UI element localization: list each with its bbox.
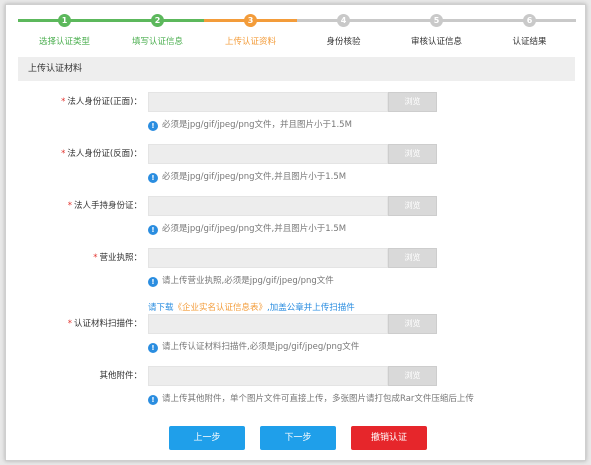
step-number: 6 [523,14,536,27]
required-mark: * [67,201,72,211]
step-6: 6 认证结果 [483,11,576,51]
step-number: 2 [151,14,164,27]
progress-steps: 1 选择认证类型 2 填写认证信息 3 上传认证资料 4 身份核验 5 审核认证… [18,11,576,51]
step-number: 5 [430,14,443,27]
field-id-front: * 法人身份证(正面)： 浏览 [6,92,587,112]
step-1: 1 选择认证类型 [18,11,111,51]
id-front-browse-button[interactable]: 浏览 [388,92,437,112]
step-2: 2 填写认证信息 [111,11,204,51]
step-label: 填写认证信息 [131,37,183,47]
id-back-browse-button[interactable]: 浏览 [388,144,437,164]
field-id-back: * 法人身份证(反面)： 浏览 [6,144,587,164]
business-license-browse-button[interactable]: 浏览 [388,248,437,268]
cancel-certification-button[interactable]: 撤销认证 [351,426,427,450]
field-label-text: 认证材料扫描件： [73,319,142,329]
required-mark: * [61,149,66,159]
field-label: * 认证材料扫描件： [68,314,142,334]
material-scan-file-input[interactable] [148,314,388,334]
step-3: 3 上传认证资料 [204,11,297,51]
material-scan-browse-button[interactable]: 浏览 [388,314,437,334]
step-label: 认证结果 [512,37,547,47]
step-label: 审核认证信息 [410,37,462,47]
info-icon: ! [148,343,158,353]
step-5: 5 审核认证信息 [390,11,483,51]
id-front-file-input[interactable] [148,92,388,112]
other-attachment-browse-button[interactable]: 浏览 [388,366,437,386]
business-license-file-input[interactable] [148,248,388,268]
prev-step-button[interactable]: 上一步 [169,426,245,450]
step-number: 4 [337,14,350,27]
field-label-text: 其他附件： [99,371,142,381]
step-number: 3 [244,14,257,27]
info-icon: ! [148,395,158,405]
section-title: 上传认证材料 [18,57,575,81]
id-back-hint: ! 必须是jpg/gif/jpeg/png文件,并且图片小于1.5M [148,170,346,184]
required-mark: * [67,319,72,329]
hint-text: 必须是jpg/gif/jpeg/png文件，并且图片小于1.5M [162,120,352,130]
field-label-text: 营业执照： [99,253,142,263]
field-label: * 营业执照： [93,248,142,268]
field-label: * 法人身份证(正面)： [61,92,142,112]
id-handheld-file-input[interactable] [148,196,388,216]
download-suffix: ,加盖公章并上传扫描件 [267,303,355,313]
field-label: * 法人身份证(反面)： [61,144,142,164]
id-handheld-hint: ! 必须是jpg/gif/jpeg/png文件,并且图片小于1.5M [148,222,346,236]
download-form-link[interactable]: 《企业实名认证信息表》 [174,303,268,313]
required-mark: * [93,253,98,263]
field-label-text: 法人手持身份证： [73,201,142,211]
step-label: 选择认证类型 [38,37,90,47]
material-scan-hint: ! 请上传认证材料扫描件,必须是jpg/gif/jpeg/png文件 [148,340,359,354]
hint-text: 必须是jpg/gif/jpeg/png文件,并且图片小于1.5M [162,172,347,182]
step-label: 上传认证资料 [224,37,276,47]
field-business-license: * 营业执照： 浏览 [6,248,587,268]
info-icon: ! [148,173,158,183]
hint-text: 必须是jpg/gif/jpeg/png文件,并且图片小于1.5M [162,224,347,234]
next-step-button[interactable]: 下一步 [260,426,336,450]
step-label: 身份核验 [326,37,361,47]
required-mark: * [61,97,66,107]
info-icon: ! [148,121,158,131]
field-material-scan: * 认证材料扫描件： 浏览 [6,314,587,334]
field-other-attachment: 其他附件： 浏览 [6,366,587,386]
field-label-text: 法人身份证(反面)： [67,149,142,159]
id-handheld-browse-button[interactable]: 浏览 [388,196,437,216]
field-label: 其他附件： [97,366,142,386]
field-label-text: 法人身份证(正面)： [67,97,142,107]
info-icon: ! [148,225,158,235]
hint-text: 请上传其他附件，单个图片文件可直接上传，多张图片请打包成Rar文件压缩后上传 [162,394,474,404]
download-prefix: 请下载 [148,303,174,313]
field-label: * 法人手持身份证： [68,196,142,216]
hint-text: 请上传认证材料扫描件,必须是jpg/gif/jpeg/png文件 [162,342,360,352]
id-back-file-input[interactable] [148,144,388,164]
hint-text: 请上传营业执照,必须是jpg/gif/jpeg/png文件 [162,276,334,286]
upload-panel: 1 选择认证类型 2 填写认证信息 3 上传认证资料 4 身份核验 5 审核认证… [5,4,586,461]
info-icon: ! [148,277,158,287]
field-id-handheld: * 法人手持身份证： 浏览 [6,196,587,216]
download-note: 请下载《企业实名认证信息表》,加盖公章并上传扫描件 [148,301,355,313]
id-front-hint: ! 必须是jpg/gif/jpeg/png文件，并且图片小于1.5M [148,118,352,132]
step-4: 4 身份核验 [297,11,390,51]
other-attachment-file-input[interactable] [148,366,388,386]
business-license-hint: ! 请上传营业执照,必须是jpg/gif/jpeg/png文件 [148,274,334,288]
other-attachment-hint: ! 请上传其他附件，单个图片文件可直接上传，多张图片请打包成Rar文件压缩后上传 [148,392,474,406]
step-number: 1 [58,14,71,27]
